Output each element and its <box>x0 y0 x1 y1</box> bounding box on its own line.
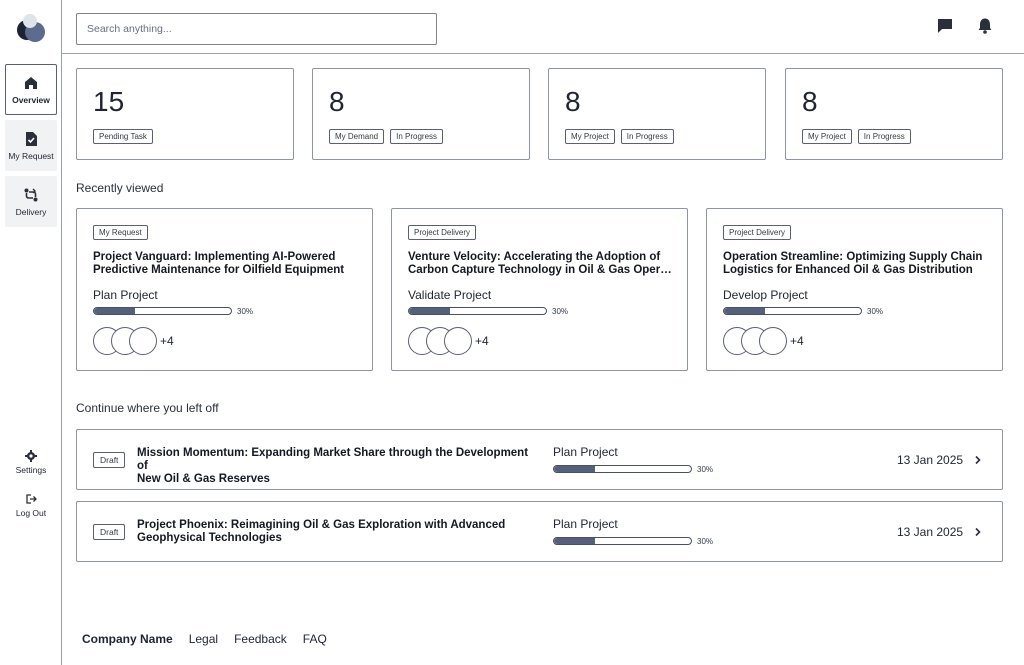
logo[interactable] <box>17 14 47 42</box>
sidebar-item-label: My Request <box>8 150 54 161</box>
avatar <box>759 327 787 355</box>
project-title: Venture Velocity: Accelerating the Adopt… <box>408 251 672 276</box>
category-badge: Project Delivery <box>723 225 792 240</box>
status-badge: In Progress <box>620 129 674 144</box>
row-date: 13 Jan 2025 <box>897 525 964 539</box>
footer-link-faq[interactable]: FAQ <box>303 632 327 646</box>
logout-label: Log Out <box>15 508 47 518</box>
route-icon <box>24 188 38 201</box>
project-stage: Plan Project <box>93 288 158 302</box>
stat-value: 8 <box>802 86 818 117</box>
stat-badge: My Project <box>565 129 615 144</box>
recently-viewed-title: Recently viewed <box>76 181 164 195</box>
progress-percent: 30% <box>237 307 254 316</box>
sidebar: Overview My Request Delivery Settings Lo… <box>0 0 62 665</box>
recent-project-card[interactable]: Project Delivery Operation Streamline: O… <box>706 208 1003 371</box>
avatar <box>444 327 472 355</box>
stat-value: 8 <box>329 86 345 117</box>
progress-bar <box>553 465 692 473</box>
status-badge: In Progress <box>857 129 911 144</box>
stat-badge: My Project <box>802 129 852 144</box>
status-badge: Draft <box>93 524 126 540</box>
avatar-more-count: +4 <box>160 334 174 348</box>
progress-bar <box>553 537 692 545</box>
stat-value: 15 <box>93 86 125 117</box>
footer: Company Name Legal Feedback FAQ <box>82 632 327 646</box>
progress-percent: 30% <box>697 537 714 546</box>
stat-card-my-project[interactable]: 8 My Project In Progress <box>548 68 766 160</box>
stat-card-my-project-2[interactable]: 8 My Project In Progress <box>785 68 1003 160</box>
stat-badge: My Demand <box>329 129 385 144</box>
status-badge: Draft <box>93 452 126 468</box>
sidebar-item-delivery[interactable]: Delivery <box>5 176 57 227</box>
settings-label: Settings <box>15 465 47 475</box>
sidebar-item-overview[interactable]: Overview <box>5 64 57 115</box>
stat-card-my-demand[interactable]: 8 My Demand In Progress <box>312 68 530 160</box>
gear-icon <box>25 450 37 462</box>
chat-icon[interactable] <box>936 17 954 35</box>
stat-badge: Pending Task <box>93 129 153 144</box>
project-stage: Develop Project <box>723 288 808 302</box>
row-date: 13 Jan 2025 <box>897 453 964 467</box>
progress-bar <box>723 307 862 315</box>
topbar <box>62 0 1024 54</box>
project-stage: Plan Project <box>553 517 618 531</box>
progress-bar <box>93 307 232 315</box>
continue-title: Continue where you left off <box>76 401 219 415</box>
recent-project-card[interactable]: Project Delivery Venture Velocity: Accel… <box>391 208 688 371</box>
avatar-more-count: +4 <box>475 334 489 348</box>
sidebar-item-label: Delivery <box>15 206 47 217</box>
settings-button[interactable]: Settings <box>0 450 62 475</box>
project-title: Project Phoenix: Reimagining Oil & Gas E… <box>137 519 506 544</box>
chevron-right-icon[interactable] <box>973 527 983 537</box>
footer-brand: Company Name <box>82 632 173 646</box>
stat-value: 8 <box>565 86 581 117</box>
recent-project-card[interactable]: My Request Project Vanguard: Implementin… <box>76 208 373 371</box>
stat-card-pending-task[interactable]: 15 Pending Task <box>76 68 294 160</box>
project-stage: Plan Project <box>553 445 618 459</box>
project-title: Mission Momentum: Expanding Market Share… <box>137 447 529 485</box>
project-title: Operation Streamline: Optimizing Supply … <box>723 251 983 276</box>
chevron-right-icon[interactable] <box>973 455 983 465</box>
home-icon <box>25 76 37 89</box>
footer-link-feedback[interactable]: Feedback <box>234 632 287 646</box>
category-badge: Project Delivery <box>408 225 477 240</box>
search-input[interactable] <box>76 13 437 45</box>
avatar <box>129 327 157 355</box>
logout-icon <box>26 494 37 504</box>
category-badge: My Request <box>93 225 148 240</box>
avatar-more-count: +4 <box>790 334 804 348</box>
footer-link-legal[interactable]: Legal <box>189 632 218 646</box>
logout-button[interactable]: Log Out <box>0 493 62 518</box>
sidebar-item-my-request[interactable]: My Request <box>5 120 57 171</box>
project-title: Project Vanguard: Implementing AI-Powere… <box>93 251 345 276</box>
document-icon <box>26 131 37 146</box>
progress-bar <box>408 307 547 315</box>
project-stage: Validate Project <box>408 288 492 302</box>
status-badge: In Progress <box>390 129 444 144</box>
progress-percent: 30% <box>552 307 569 316</box>
progress-percent: 30% <box>697 465 714 474</box>
bell-icon[interactable] <box>976 17 994 35</box>
sidebar-item-label: Overview <box>12 94 50 105</box>
continue-row[interactable]: Draft Project Phoenix: Reimagining Oil &… <box>76 501 1003 562</box>
progress-percent: 30% <box>867 307 884 316</box>
continue-row[interactable]: Draft Mission Momentum: Expanding Market… <box>76 429 1003 490</box>
